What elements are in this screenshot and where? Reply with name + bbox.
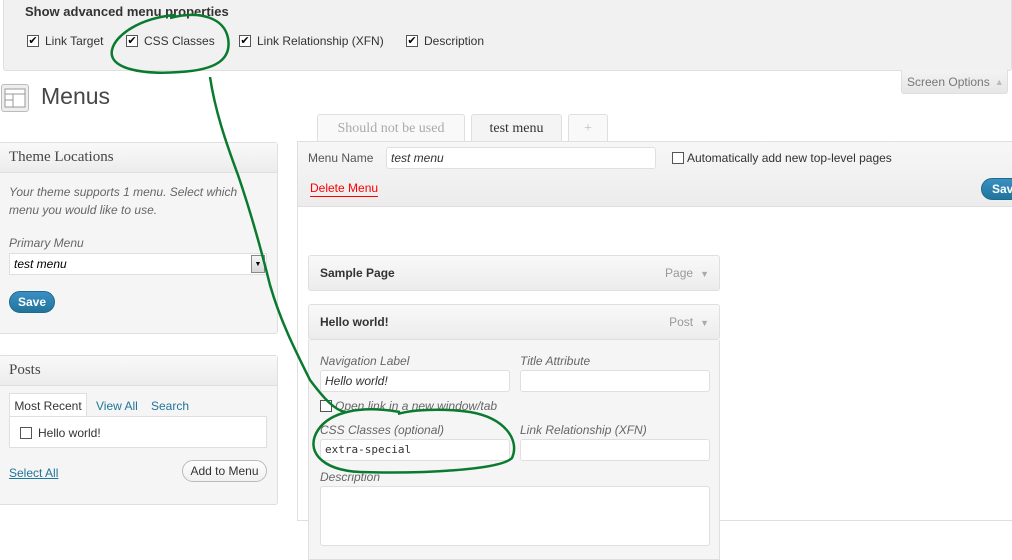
collapse-arrow-icon[interactable]: ▼ [700, 318, 709, 328]
title-attribute-label: Title Attribute [520, 354, 591, 368]
description-label: Description [320, 470, 381, 484]
menu-item-type-label: Page [665, 266, 694, 280]
primary-menu-label: Primary Menu [9, 236, 84, 250]
menu-name-label: Menu Name [308, 151, 374, 165]
option-label: Description [424, 34, 485, 48]
page-title: Menus [41, 83, 111, 109]
nav-label-input[interactable]: Hello world! [320, 370, 510, 392]
menu-item-type[interactable]: Post ▼ [669, 315, 709, 329]
description-textarea[interactable] [320, 486, 710, 546]
plus-icon: + [584, 120, 592, 136]
open-new-window-checkbox[interactable]: Open link in a new window/tab [320, 399, 497, 413]
menu-item-type[interactable]: Page ▼ [665, 266, 709, 280]
checkbox-empty-icon[interactable] [320, 400, 332, 412]
menu-item-sample-page[interactable]: Sample Page Page ▼ [308, 255, 720, 291]
chevron-down-icon[interactable]: ▼ [251, 255, 265, 273]
screen-options-label: Screen Options [907, 74, 990, 89]
menu-name-input[interactable]: test menu [386, 147, 656, 169]
menu-item-hello-world[interactable]: Hello world! Post ▼ [308, 304, 720, 340]
primary-menu-select[interactable]: test menu ▼ [9, 253, 267, 275]
option-css-classes[interactable]: ✔ CSS Classes [126, 34, 215, 48]
option-description[interactable]: ✔ Description [406, 34, 484, 48]
menu-editor: Menu Name test menu Automatically add ne… [297, 141, 1012, 560]
checkbox-checked-icon[interactable]: ✔ [27, 35, 39, 47]
screen-options-heading: Show advanced menu properties [25, 4, 229, 19]
delete-menu-link[interactable]: Delete Menu [310, 181, 379, 197]
tab-search[interactable]: Search [151, 399, 189, 413]
option-link-relationship[interactable]: ✔ Link Relationship (XFN) [239, 34, 384, 48]
auto-add-pages-label: Automatically add new top-level pages [687, 151, 892, 165]
save-locations-button[interactable]: Save [9, 291, 55, 313]
add-to-menu-button[interactable]: Add to Menu [182, 460, 267, 482]
list-item[interactable]: Hello world! [20, 426, 101, 440]
expand-arrow-icon[interactable]: ▼ [700, 269, 709, 279]
auto-add-pages-checkbox[interactable]: Automatically add new top-level pages [672, 151, 892, 165]
option-link-target[interactable]: ✔ Link Target [27, 34, 103, 48]
css-classes-label: CSS Classes (optional) [320, 423, 445, 437]
tab-view-all[interactable]: View All [96, 399, 138, 413]
checkbox-empty-icon[interactable] [20, 427, 32, 439]
theme-locations-description: Your theme supports 1 menu. Select which… [9, 185, 238, 217]
link-relationship-input[interactable] [520, 439, 710, 461]
checkbox-checked-icon[interactable]: ✔ [406, 35, 418, 47]
tab-most-recent[interactable]: Most Recent [9, 393, 87, 417]
menu-item-title: Hello world! [320, 315, 389, 329]
posts-title: Posts [0, 356, 277, 386]
menus-icon [1, 84, 29, 112]
screen-options-panel: Show advanced menu properties ✔ Link Tar… [3, 0, 1012, 71]
checkbox-checked-icon[interactable]: ✔ [239, 35, 251, 47]
option-label: CSS Classes [144, 34, 215, 48]
add-menu-tab[interactable]: + [568, 114, 608, 142]
theme-locations-title: Theme Locations [0, 143, 277, 173]
arrow-up-icon: ▲ [994, 76, 1004, 87]
post-item-label: Hello world! [38, 426, 101, 440]
option-label: Link Relationship (XFN) [257, 34, 384, 48]
screen-options-toggle[interactable]: Screen Options ▲ [901, 70, 1008, 94]
select-all-link[interactable]: Select All [9, 466, 58, 480]
menu-item-type-label: Post [669, 315, 694, 329]
menu-tab-test-menu[interactable]: test menu [471, 114, 562, 143]
menu-tab-should-not-be-used[interactable]: Should not be used [317, 114, 465, 142]
checkbox-checked-icon[interactable]: ✔ [126, 35, 138, 47]
nav-label-label: Navigation Label [320, 354, 410, 368]
menu-editor-header: Menu Name test menu Automatically add ne… [298, 142, 1012, 207]
checkbox-empty-icon[interactable] [672, 152, 684, 164]
open-new-window-label: Open link in a new window/tab [335, 399, 498, 413]
posts-list: Hello world! [9, 416, 267, 448]
save-menu-button[interactable]: Save Menu [981, 178, 1012, 200]
primary-menu-value: test menu [14, 257, 67, 271]
posts-box: Posts Most Recent View All Search Hello … [0, 355, 278, 505]
menu-item-title: Sample Page [320, 266, 395, 280]
menu-item-settings: Navigation Label Hello world! Title Attr… [308, 340, 720, 560]
option-label: Link Target [45, 34, 104, 48]
theme-locations-box: Theme Locations Your theme supports 1 me… [0, 142, 278, 334]
link-relationship-label: Link Relationship (XFN) [520, 423, 647, 437]
title-attribute-input[interactable] [520, 370, 710, 392]
css-classes-input[interactable]: extra-special [320, 439, 510, 461]
